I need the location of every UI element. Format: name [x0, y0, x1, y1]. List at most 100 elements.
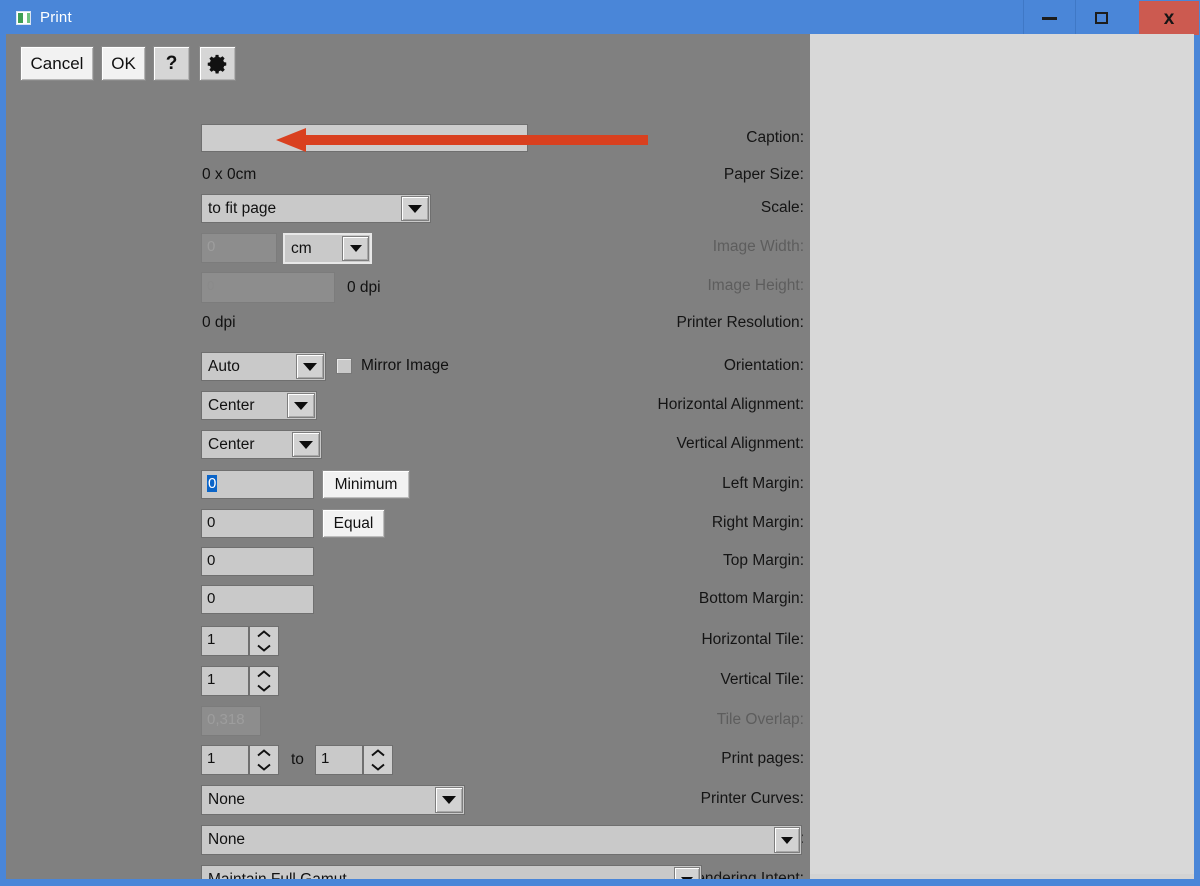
form-scrollbar-track[interactable]: [804, 34, 810, 879]
row-right-margin: Right Margin: 0 Equal: [6, 509, 804, 538]
image-width-unit-value: cm: [291, 240, 312, 257]
print-pages-to-input[interactable]: 1: [315, 745, 363, 775]
row-custom-profile: Custom Profile: None: [6, 825, 804, 855]
horizontal-alignment-select[interactable]: Center: [201, 391, 317, 420]
printer-resolution-value: 0 dpi: [202, 314, 236, 331]
chevron-down-icon[interactable]: [296, 354, 324, 379]
custom-profile-select[interactable]: None: [201, 825, 802, 855]
horizontal-alignment-label: Horizontal Alignment:: [657, 396, 804, 413]
right-margin-input[interactable]: 0: [201, 509, 314, 538]
stepper-up-icon[interactable]: [250, 627, 278, 642]
equal-button[interactable]: Equal: [322, 509, 385, 538]
image-width-unit-select[interactable]: cm: [283, 233, 372, 264]
row-bottom-margin: Bottom Margin: 0: [6, 585, 804, 614]
row-horizontal-tile: Horizontal Tile: 1: [6, 626, 804, 656]
title-bar: Print x: [0, 0, 1200, 36]
close-icon: x: [1163, 7, 1175, 29]
row-tile-overlap: Tile Overlap: 0,318: [6, 706, 804, 736]
scale-value: to fit page: [208, 200, 277, 217]
horizontal-tile-input[interactable]: 1: [201, 626, 249, 656]
mirror-image-checkbox[interactable]: [336, 358, 352, 374]
row-orientation: Orientation: Auto Mirror Image: [6, 352, 804, 381]
print-app-icon: [16, 11, 31, 25]
row-horizontal-alignment: Horizontal Alignment: Center: [6, 391, 804, 420]
stepper-down-icon[interactable]: [364, 760, 392, 774]
print-settings-form: Cancel OK ? Caption: Paper Size: 0 x 0cm: [6, 34, 804, 879]
mirror-image-label: Mirror Image: [361, 357, 449, 374]
row-left-margin: Left Margin: 0 Minimum: [6, 470, 804, 499]
stepper-up-icon[interactable]: [250, 746, 278, 761]
vertical-alignment-label: Vertical Alignment:: [676, 435, 804, 452]
caption-input[interactable]: [201, 124, 528, 152]
row-printer-curves: Printer Curves: None: [6, 785, 804, 815]
tile-overlap-input[interactable]: 0,318: [201, 706, 261, 736]
vertical-alignment-value: Center: [208, 436, 255, 453]
printer-curves-label: Printer Curves:: [700, 790, 804, 807]
top-margin-input[interactable]: 0: [201, 547, 314, 576]
cancel-button[interactable]: Cancel: [20, 46, 94, 81]
row-paper-size: Paper Size: 0 x 0cm: [6, 161, 804, 189]
caption-label: Caption:: [746, 129, 804, 146]
minimize-button[interactable]: [1023, 0, 1074, 36]
rendering-intent-select[interactable]: Maintain Full Gamut: [201, 865, 702, 879]
chevron-down-icon[interactable]: [674, 867, 700, 879]
row-printer-resolution: Printer Resolution: 0 dpi: [6, 309, 804, 337]
ok-button[interactable]: OK: [101, 46, 146, 81]
paper-size-label: Paper Size:: [723, 166, 804, 183]
settings-button[interactable]: [199, 46, 236, 81]
printer-curves-value: None: [208, 791, 246, 808]
image-width-input[interactable]: 0: [201, 233, 277, 263]
vertical-tile-stepper[interactable]: [249, 666, 279, 696]
row-image-width: Image Width: 0 cm: [6, 233, 804, 264]
vertical-tile-input[interactable]: 1: [201, 666, 249, 696]
bottom-margin-label: Bottom Margin:: [698, 590, 804, 607]
row-rendering-intent: Rendering Intent: Maintain Full Gamut: [6, 865, 804, 879]
printer-curves-select[interactable]: None: [201, 785, 465, 815]
left-margin-label: Left Margin:: [722, 475, 804, 492]
row-print-pages: Print pages: 1 to 1: [6, 745, 804, 775]
maximize-icon: [1094, 12, 1108, 24]
dialog-toolbar: Cancel OK ?: [6, 34, 804, 92]
minimum-button[interactable]: Minimum: [322, 470, 410, 499]
horizontal-alignment-value: Center: [208, 397, 255, 414]
image-height-input[interactable]: 0: [201, 272, 335, 303]
print-pages-from-stepper[interactable]: [249, 745, 279, 775]
help-button[interactable]: ?: [153, 46, 190, 81]
row-vertical-alignment: Vertical Alignment: Center: [6, 430, 804, 459]
bottom-margin-input[interactable]: 0: [201, 585, 314, 614]
chevron-down-icon[interactable]: [287, 393, 315, 418]
vertical-tile-label: Vertical Tile:: [720, 671, 804, 688]
gear-icon: [207, 54, 226, 74]
scale-select[interactable]: to fit page: [201, 194, 431, 223]
close-button[interactable]: x: [1139, 1, 1199, 35]
tile-overlap-label: Tile Overlap:: [716, 711, 804, 728]
row-image-height: Image Height: 0 0 dpi: [6, 272, 805, 303]
horizontal-tile-label: Horizontal Tile:: [701, 631, 804, 648]
print-pages-to-stepper[interactable]: [363, 745, 393, 775]
chevron-down-icon[interactable]: [435, 787, 463, 813]
top-margin-label: Top Margin:: [723, 552, 804, 569]
image-height-label: Image Height:: [707, 277, 805, 294]
horizontal-tile-stepper[interactable]: [249, 626, 279, 656]
stepper-down-icon[interactable]: [250, 641, 278, 655]
vertical-alignment-select[interactable]: Center: [201, 430, 322, 459]
stepper-up-icon[interactable]: [250, 667, 278, 682]
chevron-down-icon[interactable]: [342, 236, 369, 261]
left-margin-input[interactable]: 0: [201, 470, 314, 499]
print-dialog-window: Print x Cancel OK ? Caption: Paper Size:…: [0, 0, 1200, 886]
window-title: Print: [40, 9, 72, 26]
print-preview-pane: [810, 34, 1194, 874]
chevron-down-icon[interactable]: [401, 196, 429, 221]
chevron-down-icon[interactable]: [774, 827, 800, 853]
maximize-button[interactable]: [1075, 0, 1126, 36]
right-margin-label: Right Margin:: [711, 514, 804, 531]
image-width-label: Image Width:: [712, 238, 804, 255]
stepper-down-icon[interactable]: [250, 681, 278, 695]
orientation-select[interactable]: Auto: [201, 352, 326, 381]
chevron-down-icon[interactable]: [292, 432, 320, 457]
stepper-up-icon[interactable]: [364, 746, 392, 761]
stepper-down-icon[interactable]: [250, 760, 278, 774]
print-pages-from-input[interactable]: 1: [201, 745, 249, 775]
row-vertical-tile: Vertical Tile: 1: [6, 666, 804, 696]
printer-resolution-label: Printer Resolution:: [676, 314, 804, 331]
